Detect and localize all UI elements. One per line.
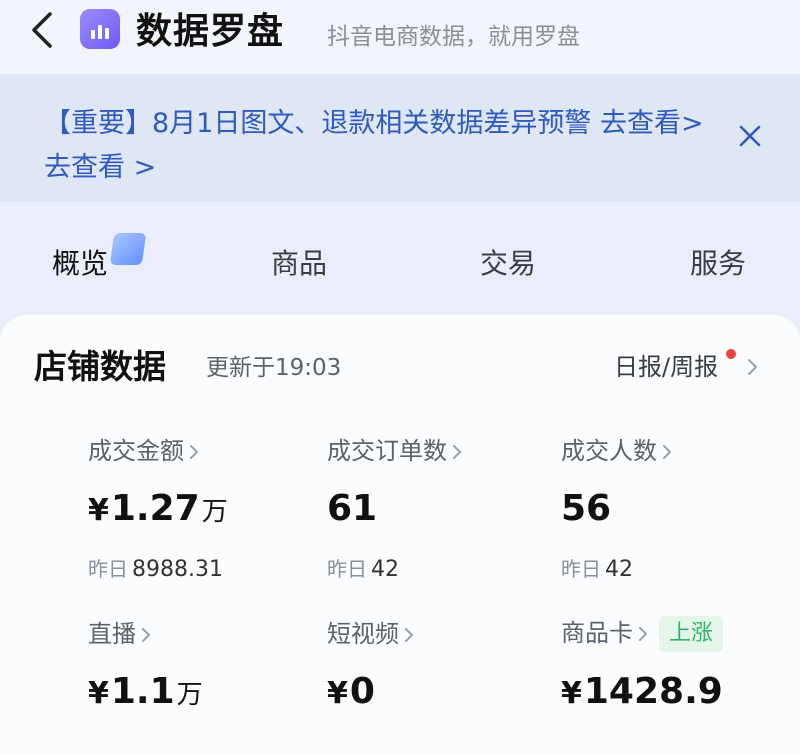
app-subtitle: 抖音电商数据，就用罗盘 <box>327 24 580 50</box>
app-logo-icon <box>80 9 120 49</box>
metric-value: ¥1428.9 <box>561 671 723 712</box>
notification-dot <box>726 349 736 359</box>
metric-label: 成交订单数 <box>327 437 447 465</box>
chevron-right-icon <box>639 627 647 641</box>
card-title: 店铺数据 <box>34 347 166 386</box>
metric-label: 短视频 <box>327 620 399 648</box>
metric-value: ¥1.1万 <box>88 671 203 712</box>
metric-value: ¥0 <box>327 671 375 712</box>
metric-label: 成交人数 <box>561 437 657 465</box>
metric-value: 56 <box>561 488 612 529</box>
tab-trading[interactable]: 交易 <box>480 244 536 284</box>
app-title: 数据罗盘 <box>136 11 285 52</box>
active-tab-indicator <box>109 233 147 265</box>
metric-value: ¥1.27万 <box>88 488 228 529</box>
notice-close-button[interactable] <box>732 118 768 154</box>
update-time: 更新于19:03 <box>206 355 342 381</box>
chevron-right-icon <box>663 445 671 459</box>
metric-yesterday: 昨日 42 <box>327 557 399 582</box>
tab-overview[interactable]: 概览 <box>52 244 108 284</box>
chevron-right-icon <box>190 445 198 459</box>
chevron-left-icon <box>32 12 52 48</box>
metric-value: 61 <box>327 488 378 529</box>
close-icon <box>739 125 761 147</box>
chevron-right-icon <box>142 628 150 642</box>
top-header: 数据罗盘 抖音电商数据，就用罗盘 <box>0 0 800 74</box>
chevron-right-icon <box>453 445 461 459</box>
metric-label: 直播 <box>88 620 136 648</box>
report-link[interactable]: 日报/周报 <box>614 351 718 383</box>
metric-yesterday: 昨日 8988.31 <box>88 557 223 582</box>
trend-up-badge: 上涨 <box>659 616 724 652</box>
tab-products[interactable]: 商品 <box>271 244 327 284</box>
store-data-card: 店铺数据 更新于19:03 日报/周报 成交金额 ¥1.27万 昨日 8988.3… <box>0 315 800 755</box>
metric-label: 成交金额 <box>88 437 184 465</box>
notice-text[interactable]: 【重要】8月1日图文、退款相关数据差异预警 去查看> 去查看 > <box>44 102 704 190</box>
chevron-right-icon[interactable] <box>744 355 762 379</box>
notice-banner[interactable]: 【重要】8月1日图文、退款相关数据差异预警 去查看> 去查看 > <box>0 74 800 202</box>
chevron-right-icon <box>405 628 413 642</box>
metric-label: 商品卡 <box>561 619 633 647</box>
back-button[interactable] <box>20 8 64 52</box>
metric-yesterday: 昨日 42 <box>561 557 633 582</box>
tab-service[interactable]: 服务 <box>690 244 746 284</box>
